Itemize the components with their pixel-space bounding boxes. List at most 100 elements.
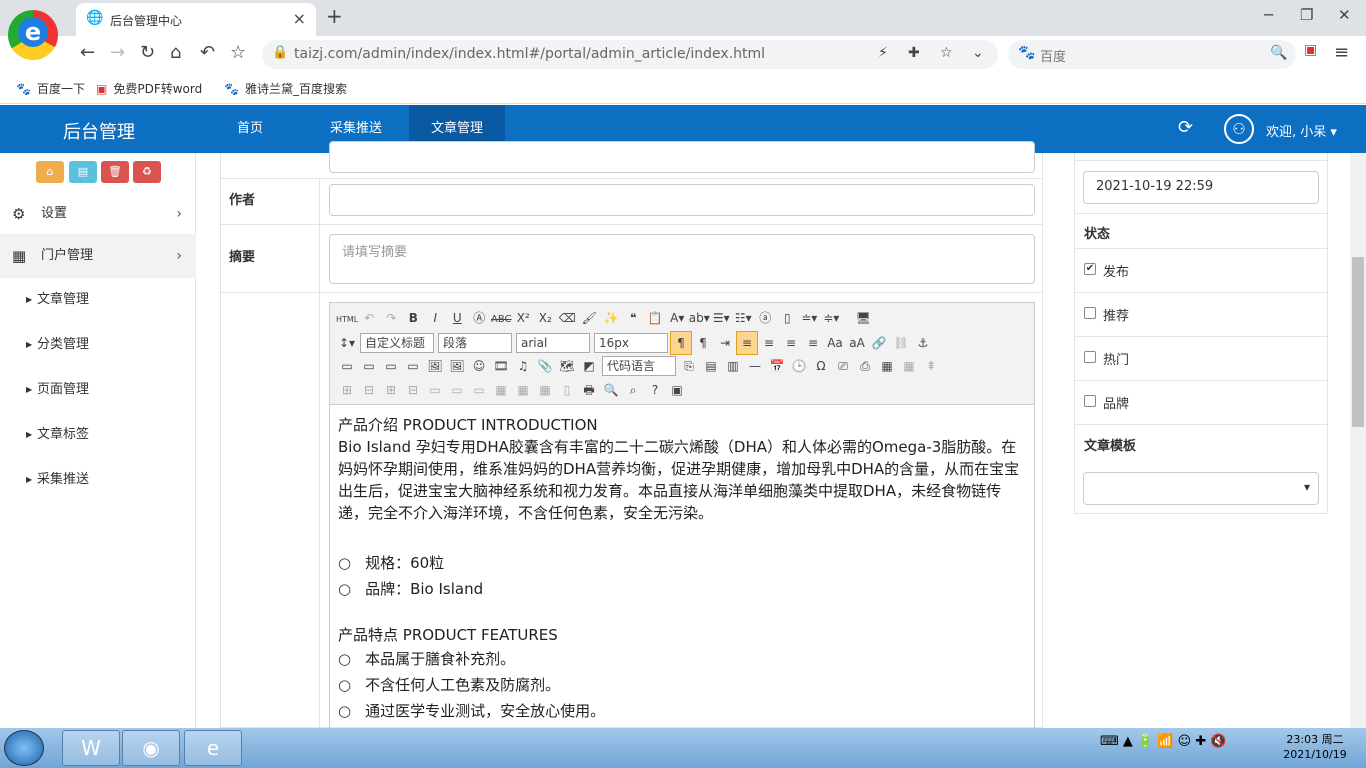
extension-icon[interactable]: ✚: [908, 45, 920, 61]
search-field[interactable]: 🐾 百度 🔍: [1008, 40, 1296, 69]
font-size-select[interactable]: 16px: [594, 333, 668, 353]
hot-checkbox[interactable]: [1084, 351, 1096, 363]
wps-icon[interactable]: W: [62, 730, 120, 766]
brand-checkbox[interactable]: [1084, 395, 1096, 407]
image-right-icon[interactable]: ▭: [380, 355, 402, 377]
page-scrollbar[interactable]: [1350, 153, 1366, 728]
sidebar-subitem-tags[interactable]: ▶ 文章标签: [0, 413, 196, 457]
undo-icon[interactable]: ↶: [200, 42, 215, 63]
sidebar-subitem-collect[interactable]: ▶ 采集推送: [0, 458, 196, 502]
publish-date-input[interactable]: 2021-10-19 22:59: [1083, 171, 1319, 204]
chart-icon[interactable]: ▯: [556, 379, 578, 401]
url-field[interactable]: 🔒 taizj.com/admin/index/index.html#/port…: [262, 40, 998, 69]
template-select[interactable]: [1083, 472, 1319, 505]
html-icon[interactable]: HTML: [336, 309, 358, 331]
minimize-icon[interactable]: ─: [1264, 6, 1273, 24]
preview-icon[interactable]: 🔍: [600, 379, 622, 401]
undo-icon[interactable]: ↶: [358, 307, 380, 329]
select-all-icon[interactable]: ⓐ: [754, 307, 776, 329]
fullscreen-icon[interactable]: 🖥: [852, 307, 874, 329]
clock[interactable]: 23:03 周二 2021/10/19: [1280, 732, 1350, 762]
align-right-icon[interactable]: ≡: [780, 332, 802, 354]
home-icon[interactable]: ⌂: [170, 42, 181, 63]
font-family-select[interactable]: arial: [516, 333, 590, 353]
author-input[interactable]: [329, 184, 1035, 216]
pagebreak-icon[interactable]: ⎘: [678, 355, 700, 377]
italic-icon[interactable]: I: [424, 307, 446, 329]
row-spacing-bottom-icon[interactable]: ≑▾: [820, 307, 842, 329]
help-icon[interactable]: ?: [644, 379, 666, 401]
custom-title-select[interactable]: 自定义标题: [360, 333, 434, 353]
publish-checkbox[interactable]: ✔: [1084, 263, 1096, 275]
split-cols-icon[interactable]: ▦: [534, 379, 556, 401]
rtl-icon[interactable]: ¶: [692, 332, 714, 354]
source-input[interactable]: [329, 141, 1035, 173]
format-brush-icon[interactable]: 🖌: [578, 307, 600, 329]
unlink-icon[interactable]: ⛓: [890, 332, 912, 354]
date-icon[interactable]: 📅: [766, 355, 788, 377]
trash-icon[interactable]: 🗑: [101, 161, 129, 183]
avatar[interactable]: ⚇: [1224, 114, 1254, 144]
summary-textarea[interactable]: 请填写摘要: [329, 234, 1035, 284]
drafts-icon[interactable]: ▣: [666, 379, 688, 401]
underline-icon[interactable]: U: [446, 307, 468, 329]
insert-paragraph-icon[interactable]: ⇞: [920, 355, 942, 377]
background-icon[interactable]: ▥: [722, 355, 744, 377]
print-icon[interactable]: 🖶: [578, 379, 600, 401]
bookmark-baidu[interactable]: 🐾 百度一下: [16, 80, 85, 97]
row-spacing-top-icon[interactable]: ≐▾: [798, 307, 820, 329]
bookmark-estee[interactable]: 🐾 雅诗兰黛_百度搜索: [224, 80, 347, 97]
font-border-icon[interactable]: Ⓐ: [468, 307, 490, 329]
start-button[interactable]: [4, 730, 44, 766]
sidebar-item-portal[interactable]: ▦ 门户管理 ›: [0, 234, 196, 278]
special-chars-icon[interactable]: Ω: [810, 355, 832, 377]
pdf-icon[interactable]: ▣: [1304, 42, 1317, 58]
clear-doc-icon[interactable]: ▯: [776, 307, 798, 329]
auto-format-icon[interactable]: ✨: [600, 307, 622, 329]
chevron-down-icon[interactable]: ⌄: [972, 45, 984, 61]
sidebar-subitem-categories[interactable]: ▶ 分类管理: [0, 323, 196, 367]
star-icon[interactable]: ☆: [230, 42, 246, 63]
link-icon[interactable]: 🔗: [868, 332, 890, 354]
strikethrough-icon[interactable]: ABC: [490, 309, 512, 331]
align-center-icon[interactable]: ≡: [758, 332, 780, 354]
recommend-checkbox[interactable]: [1084, 307, 1096, 319]
search-replace-icon[interactable]: ⌕: [622, 379, 644, 401]
image-left-icon[interactable]: ▭: [358, 355, 380, 377]
anchor-icon[interactable]: ⚓: [912, 332, 934, 354]
ordered-list-icon[interactable]: ☰▾: [710, 307, 732, 329]
new-tab-icon[interactable]: +: [326, 4, 343, 28]
insert-col-icon[interactable]: ⊞: [380, 379, 402, 401]
recycle-icon[interactable]: ♻: [133, 161, 161, 183]
font-color-icon[interactable]: A▾: [666, 307, 688, 329]
justify-icon[interactable]: ≡: [802, 332, 824, 354]
bold-icon[interactable]: B: [402, 307, 424, 329]
photo-app-icon[interactable]: ◉: [122, 730, 180, 766]
forward-icon[interactable]: →: [110, 42, 125, 63]
maximize-icon[interactable]: ❐: [1300, 6, 1313, 24]
insert-image-icon[interactable]: 🖼: [424, 355, 446, 377]
check-row-hot[interactable]: 热门: [1075, 337, 1327, 381]
bookmark-star-icon[interactable]: ☆: [940, 45, 953, 61]
image-center-icon[interactable]: ▭: [402, 355, 424, 377]
browser-tab[interactable]: 🌐 后台管理中心 ×: [76, 3, 316, 36]
scrollbar-thumb[interactable]: [1352, 257, 1364, 427]
indent-icon[interactable]: ⇥: [714, 332, 736, 354]
wordimage-icon[interactable]: ⎙: [854, 355, 876, 377]
merge-cells-icon[interactable]: ▭: [424, 379, 446, 401]
music-icon[interactable]: ♫: [512, 355, 534, 377]
paste-icon[interactable]: 📋: [644, 307, 666, 329]
merge-down-icon[interactable]: ▭: [468, 379, 490, 401]
check-row-publish[interactable]: ✔ 发布: [1075, 249, 1327, 293]
template-icon[interactable]: ▤: [700, 355, 722, 377]
redo-icon[interactable]: ↷: [380, 307, 402, 329]
delete-table-icon[interactable]: ▦: [898, 355, 920, 377]
line-height-icon[interactable]: ↕▾: [336, 332, 358, 354]
refresh-icon[interactable]: ⟳: [1178, 117, 1193, 138]
back-icon[interactable]: ←: [80, 42, 95, 63]
split-rows-icon[interactable]: ▦: [512, 379, 534, 401]
home-icon[interactable]: ⌂: [36, 161, 64, 183]
eraser-icon[interactable]: ⌫: [556, 307, 578, 329]
menu-icon[interactable]: ≡: [1334, 42, 1349, 63]
sidebar-subitem-pages[interactable]: ▶ 页面管理: [0, 368, 196, 412]
